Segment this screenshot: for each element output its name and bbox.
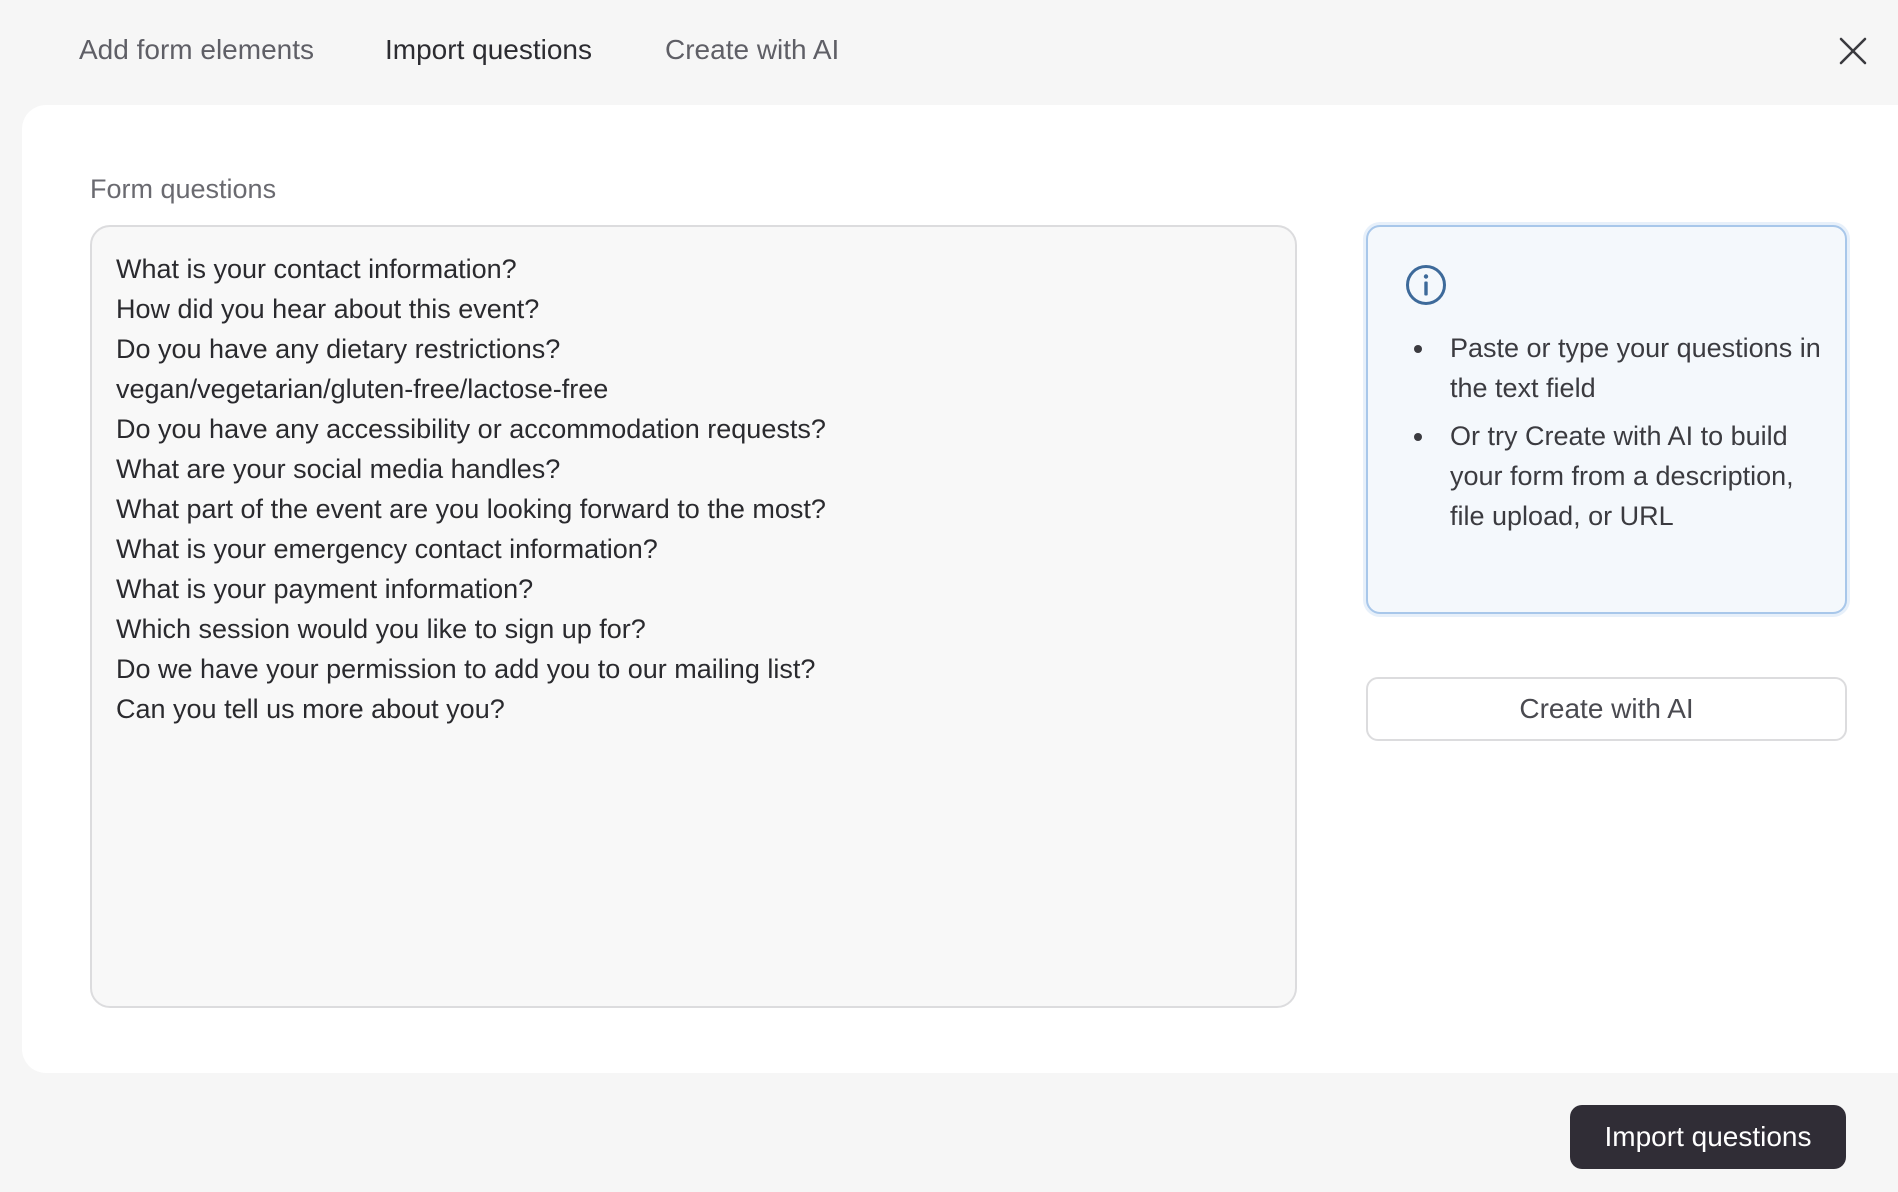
question-line: Do you have any accessibility or accommo… [116, 414, 826, 444]
import-questions-button[interactable]: Import questions [1570, 1105, 1846, 1169]
question-line: What are your social media handles? [116, 454, 561, 484]
close-icon [1839, 37, 1867, 65]
info-list: Paste or type your questions in the text… [1406, 328, 1826, 544]
question-line: What is your payment information? [116, 574, 534, 604]
question-line: Do we have your permission to add you to… [116, 654, 816, 684]
tab-import-questions[interactable]: Import questions [385, 28, 592, 72]
import-questions-modal: Add form elements Import questions Creat… [0, 0, 1898, 1192]
info-list-item: Paste or type your questions in the text… [1406, 328, 1826, 408]
question-line: Can you tell us more about you? [116, 694, 505, 724]
question-line: What is your contact information? [116, 254, 517, 284]
question-line: Which session would you like to sign up … [116, 614, 646, 644]
info-box: Paste or type your questions in the text… [1366, 225, 1847, 614]
info-list-item: Or try Create with AI to build your form… [1406, 416, 1826, 536]
tab-bar: Add form elements Import questions Creat… [0, 0, 1898, 100]
info-icon [1406, 265, 1446, 305]
create-with-ai-button[interactable]: Create with AI [1366, 677, 1847, 741]
tab-add-form-elements[interactable]: Add form elements [79, 28, 314, 72]
close-button[interactable] [1832, 30, 1874, 72]
tab-create-with-ai[interactable]: Create with AI [665, 28, 839, 72]
question-line: vegan/vegetarian/gluten-free/lactose-fre… [116, 374, 609, 404]
question-line: How did you hear about this event? [116, 294, 540, 324]
form-questions-textarea[interactable]: What is your contact information? How di… [90, 225, 1297, 1008]
question-line: Do you have any dietary restrictions? [116, 334, 561, 364]
form-questions-label: Form questions [90, 174, 277, 204]
question-line: What is your emergency contact informati… [116, 534, 658, 564]
question-line: What part of the event are you looking f… [116, 494, 826, 524]
content-card: Form questions What is your contact info… [22, 105, 1898, 1073]
